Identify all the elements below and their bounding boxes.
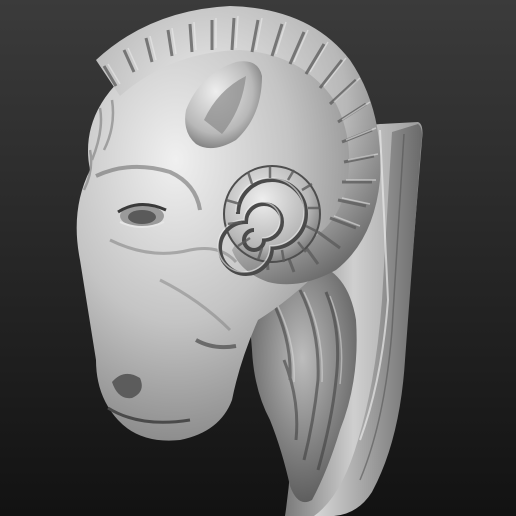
eye [117,203,167,228]
sculpt-render [0,0,516,516]
sculpt-viewport[interactable] [0,0,516,516]
